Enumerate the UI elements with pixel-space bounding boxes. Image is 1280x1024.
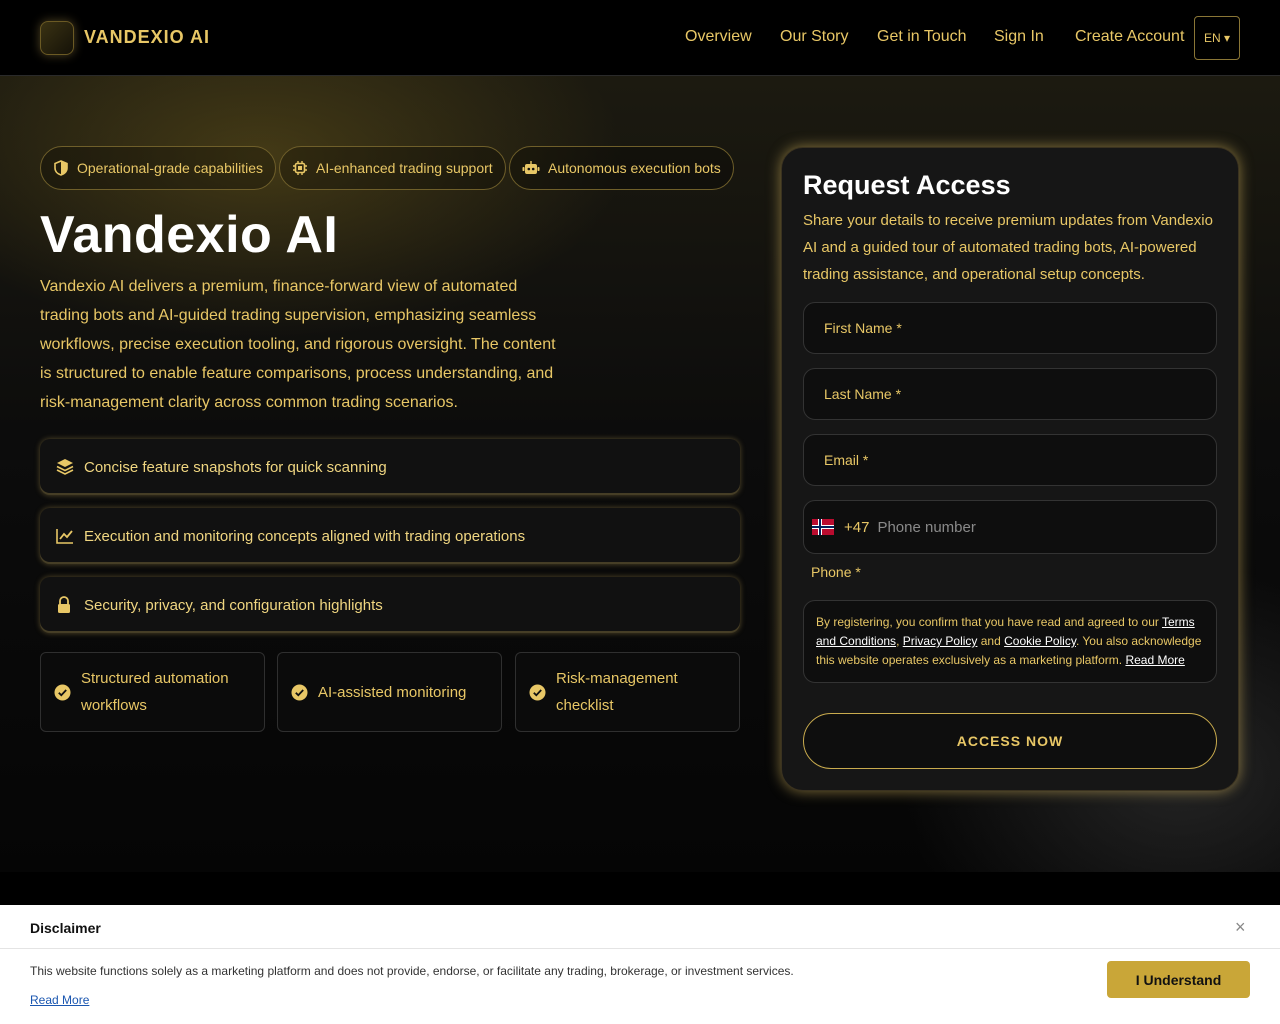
first-name-field[interactable]: First Name * — [803, 302, 1217, 354]
check-label: AI-assisted monitoring — [318, 683, 467, 701]
form-subtitle: Share your details to receive premium up… — [803, 212, 1213, 283]
phone-input[interactable] — [877, 518, 1178, 536]
robot-icon — [522, 161, 540, 174]
phone-label: Phone * — [811, 564, 861, 580]
check-card-risk: Risk-management checklist — [515, 652, 740, 732]
nav-overview[interactable]: Overview — [685, 28, 752, 46]
form-title: Request Access — [803, 170, 1011, 200]
terms-separator: and — [977, 634, 1005, 648]
nav-our-story[interactable]: Our Story — [780, 28, 848, 46]
read-more-link[interactable]: Read More — [1125, 653, 1184, 667]
disclaimer-title: Disclaimer — [30, 920, 101, 936]
check-label: Structured automation workflows — [81, 670, 229, 714]
pill-autonomous-bots: Autonomous execution bots — [509, 146, 734, 190]
disclaimer-header: Disclaimer × — [0, 905, 1280, 949]
check-card-monitoring: AI-assisted monitoring — [277, 652, 502, 732]
pill-operational-grade: Operational-grade capabilities — [40, 146, 276, 190]
email-field[interactable]: Email * — [803, 434, 1217, 486]
pill-label: AI-enhanced trading support — [316, 160, 493, 176]
feature-snapshots: Concise feature snapshots for quick scan… — [40, 439, 740, 495]
check-card-automation: Structured automation workflows — [40, 652, 265, 732]
feature-label: Security, privacy, and configuration hig… — [84, 596, 383, 614]
last-name-field[interactable]: Last Name * — [803, 368, 1217, 420]
feature-security-privacy: Security, privacy, and configuration hig… — [40, 577, 740, 633]
chart-line-icon — [56, 529, 73, 544]
terms-notice: By registering, you confirm that you hav… — [803, 600, 1217, 683]
check-circle-icon — [291, 684, 308, 700]
pill-ai-enhanced: AI-enhanced trading support — [279, 146, 506, 190]
terms-prefix: By registering, you confirm that you hav… — [816, 615, 1162, 629]
nav-sign-in[interactable]: Sign In — [994, 28, 1044, 46]
check-circle-icon — [54, 684, 71, 700]
disclaimer-banner: Disclaimer × This website functions sole… — [0, 905, 1280, 1024]
pill-label: Autonomous execution bots — [548, 160, 721, 176]
feature-label: Execution and monitoring concepts aligne… — [84, 527, 526, 545]
hero-description: Vandexio AI delivers a premium, finance-… — [40, 278, 556, 411]
top-navigation-bar: VANDEXIO AI Overview Our Story Get in To… — [0, 0, 1280, 76]
check-label: Risk-management checklist — [556, 670, 678, 714]
chip-icon — [293, 161, 307, 175]
privacy-policy-link[interactable]: Privacy Policy — [903, 634, 978, 648]
nav-get-in-touch[interactable]: Get in Touch — [877, 28, 967, 46]
norway-flag-icon[interactable] — [812, 519, 834, 535]
shield-icon — [54, 160, 68, 176]
close-icon[interactable]: × — [1235, 917, 1246, 938]
lock-icon — [58, 596, 70, 613]
access-now-button[interactable]: ACCESS NOW — [803, 713, 1217, 769]
hero-title: Vandexio AI — [40, 206, 339, 264]
terms-separator: , — [896, 634, 903, 648]
feature-label: Concise feature snapshots for quick scan… — [84, 458, 387, 476]
feature-execution-monitoring: Execution and monitoring concepts aligne… — [40, 508, 740, 564]
layers-icon — [56, 459, 74, 475]
disclaimer-text: This website functions solely as a marke… — [30, 964, 794, 978]
dial-code[interactable]: +47 — [844, 519, 869, 536]
phone-field: +47 — [803, 500, 1217, 554]
disclaimer-read-more-link[interactable]: Read More — [30, 993, 89, 1007]
i-understand-button[interactable]: I Understand — [1107, 961, 1250, 998]
pill-label: Operational-grade capabilities — [77, 160, 263, 176]
brand-name[interactable]: VANDEXIO AI — [84, 27, 210, 48]
check-circle-icon — [529, 684, 546, 700]
nav-create-account[interactable]: Create Account — [1075, 28, 1184, 46]
language-selector[interactable]: EN ▾ — [1194, 16, 1240, 60]
logo-icon[interactable] — [40, 21, 74, 55]
cookie-policy-link[interactable]: Cookie Policy — [1004, 634, 1076, 648]
